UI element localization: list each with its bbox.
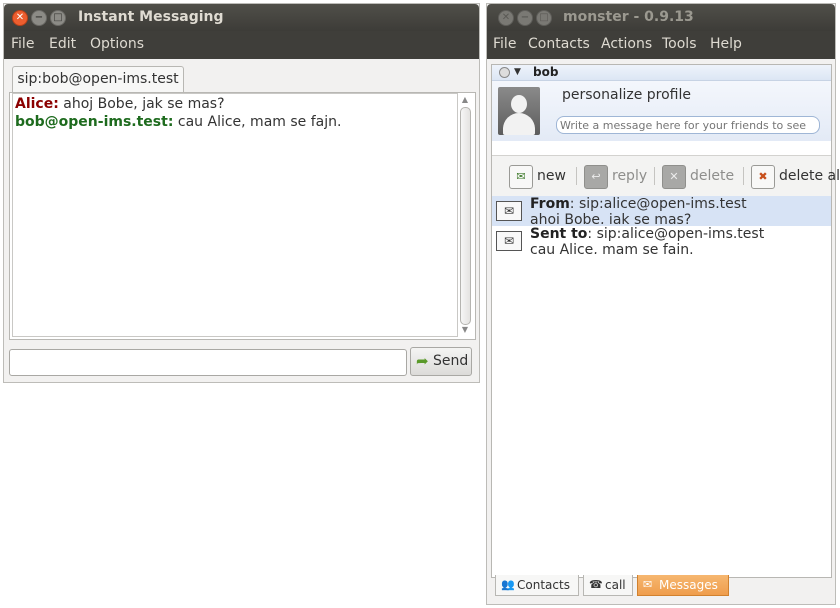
- new-message-icon: ✉: [509, 165, 533, 189]
- delete-icon: ✕: [662, 165, 686, 189]
- chat-line: Alice: ahoj Bobe, jak se mas?: [15, 95, 455, 113]
- maximize-icon[interactable]: □: [536, 10, 552, 26]
- send-icon: ➦: [416, 352, 429, 370]
- message-toolbar: ✉ new ↩ reply ✕ delete ✖ delete all: [492, 155, 840, 197]
- list-item[interactable]: ✉ From: sip:alice@open-ims.test ahoj Bob…: [492, 196, 831, 226]
- message-address: : sip:alice@open-ims.test: [587, 226, 765, 242]
- tab-contacts-label: Contacts: [517, 578, 570, 592]
- scroll-thumb[interactable]: [460, 107, 471, 325]
- user-name: bob: [533, 65, 559, 79]
- minimize-icon[interactable]: −: [31, 10, 47, 26]
- message-preview: ahoj Bobe, jak se mas?: [530, 212, 692, 224]
- message-preview: cau Alice, mam se fajn.: [530, 242, 694, 254]
- toolbar-separator: [743, 167, 744, 185]
- window-title: monster - 0.9.13: [563, 9, 694, 25]
- chat-text: ahoj Bobe, jak se mas?: [58, 96, 225, 112]
- toolbar-separator: [576, 167, 577, 185]
- chat-panel: Alice: ahoj Bobe, jak se mas? bob@open-i…: [9, 92, 476, 340]
- chevron-down-icon[interactable]: ▼: [514, 65, 521, 80]
- chat-sender: bob@open-ims.test:: [15, 114, 174, 130]
- menu-file[interactable]: File: [493, 36, 516, 52]
- minimize-icon[interactable]: −: [517, 10, 533, 26]
- close-icon[interactable]: ✕: [12, 10, 28, 26]
- toolbar-separator: [654, 167, 655, 185]
- avatar-icon[interactable]: [498, 87, 540, 135]
- personalize-profile-link[interactable]: personalize profile: [562, 87, 691, 103]
- menu-tools[interactable]: Tools: [662, 36, 697, 52]
- reply-label: reply: [612, 168, 648, 184]
- sent-envelope-icon: ✉: [496, 231, 522, 251]
- send-label: Send: [433, 353, 469, 369]
- phone-icon: ☎: [589, 578, 603, 591]
- message-header: Sent to: sip:alice@open-ims.test: [530, 226, 764, 242]
- messages-icon: ✉: [643, 578, 653, 591]
- contacts-icon: 👥: [501, 578, 515, 591]
- monster-window: ✕ − □ monster - 0.9.13 File Contacts Act…: [486, 3, 840, 605]
- instant-messaging-window: ✕ − □ Instant Messaging File Edit Option…: [3, 3, 480, 383]
- chat-sender: Alice:: [15, 96, 59, 112]
- menu-actions[interactable]: Actions: [601, 36, 652, 52]
- chat-scrollbar[interactable]: ▲ ▼: [459, 95, 471, 335]
- message-address: : sip:alice@open-ims.test: [569, 196, 747, 212]
- delete-label: delete: [690, 168, 735, 184]
- message-direction: Sent to: [530, 226, 588, 242]
- maximize-icon[interactable]: □: [50, 10, 66, 26]
- main-panel: ▼ bob personalize profile ✉ new ↩ reply …: [491, 64, 840, 578]
- status-message-input[interactable]: [557, 118, 818, 133]
- menu-options[interactable]: Options: [90, 36, 144, 52]
- status-message-field[interactable]: [556, 116, 820, 134]
- message-input[interactable]: [9, 349, 407, 376]
- status-icon[interactable]: [499, 67, 510, 78]
- menu-help[interactable]: Help: [710, 36, 742, 52]
- chat-line: bob@open-ims.test: cau Alice, mam se faj…: [15, 113, 455, 131]
- menu-edit[interactable]: Edit: [49, 36, 76, 52]
- tab-call[interactable]: ☎ call: [583, 575, 633, 596]
- scroll-up-icon[interactable]: ▲: [459, 95, 471, 105]
- profile-area: personalize profile: [492, 81, 831, 141]
- window-title: Instant Messaging: [78, 9, 224, 25]
- delete-all-label: delete all: [779, 168, 840, 184]
- close-icon[interactable]: ✕: [498, 10, 514, 26]
- message-direction: From: [530, 196, 570, 212]
- user-bar: ▼ bob: [492, 65, 831, 81]
- reply-icon: ↩: [584, 165, 608, 189]
- delete-all-icon: ✖: [751, 165, 775, 189]
- tab-messages[interactable]: ✉ Messages: [637, 575, 729, 596]
- chat-log[interactable]: Alice: ahoj Bobe, jak se mas? bob@open-i…: [12, 93, 458, 337]
- message-header: From: sip:alice@open-ims.test: [530, 196, 747, 212]
- chat-text: cau Alice, mam se fajn.: [173, 114, 342, 130]
- message-list: ✉ From: sip:alice@open-ims.test ahoj Bob…: [492, 196, 831, 576]
- title-bar: ✕ − □ Instant Messaging: [4, 4, 479, 31]
- received-envelope-icon: ✉: [496, 201, 522, 221]
- tab-contacts[interactable]: 👥 Contacts: [495, 575, 579, 596]
- scroll-down-icon[interactable]: ▼: [459, 325, 471, 335]
- tab-call-label: call: [605, 578, 626, 592]
- tab-conversation[interactable]: sip:bob@open-ims.test: [12, 66, 184, 94]
- menu-file[interactable]: File: [11, 36, 34, 52]
- tab-messages-label: Messages: [659, 578, 718, 592]
- list-item[interactable]: ✉ Sent to: sip:alice@open-ims.test cau A…: [492, 226, 831, 256]
- send-button[interactable]: ➦ Send: [410, 347, 472, 376]
- menu-contacts[interactable]: Contacts: [528, 36, 590, 52]
- title-bar: ✕ − □ monster - 0.9.13: [487, 4, 835, 31]
- new-label: new: [537, 168, 566, 184]
